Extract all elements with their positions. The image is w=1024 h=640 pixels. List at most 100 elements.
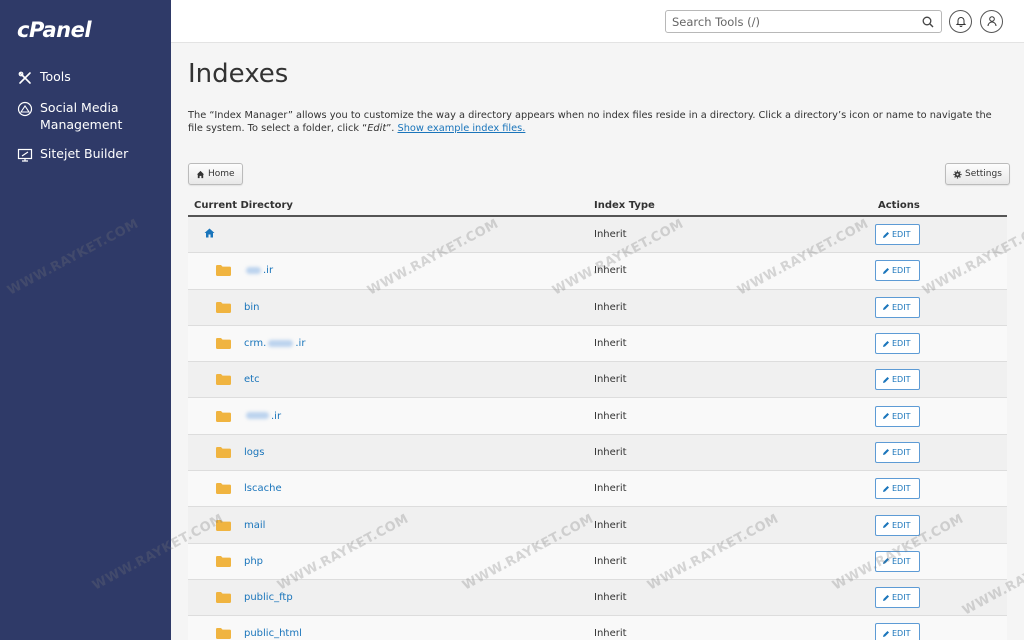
directory-link[interactable]: public_html [244,628,302,639]
index-type-cell: Inherit [594,555,627,567]
table-row: public_ftp Inherit EDIT [188,579,1007,617]
gear-icon [953,169,962,179]
directory-link[interactable]: etc [244,374,260,385]
table-body: Inherit EDIT .ir Inherit EDIT bin Inherit EDIT c… [188,217,1007,640]
description-edit-word: Edit [367,123,387,134]
edit-button-label: EDIT [892,484,911,494]
folder-icon[interactable] [216,519,231,531]
edit-button-label: EDIT [892,447,911,457]
home-icon [196,170,205,178]
directory-link[interactable]: .ir [244,265,273,276]
home-button-label: Home [208,169,235,179]
directory-link[interactable]: lscache [244,483,282,494]
description-end: ”. [386,123,398,134]
column-header-index-type[interactable]: Index Type [594,200,834,211]
column-header-directory[interactable]: Current Directory [188,200,594,211]
edit-button-label: EDIT [892,266,911,276]
directory-link[interactable]: logs [244,447,264,458]
folder-icon[interactable] [216,338,231,350]
index-type-cell: Inherit [594,446,627,458]
search-input[interactable]: Search Tools (/) [665,10,942,33]
folder-icon[interactable] [216,592,231,604]
folder-icon[interactable] [216,483,231,495]
edit-button[interactable]: EDIT [875,587,920,609]
actions-cell: EDIT [834,224,1007,246]
table-row: lscache Inherit EDIT [188,471,1007,508]
sidebar-item-tools[interactable]: Tools [0,64,171,91]
directory-link[interactable]: crm. .ir [244,338,305,349]
pencil-icon [882,303,892,311]
sidebar-item-social-media[interactable]: Social Media Management [0,95,171,137]
edit-button-label: EDIT [892,411,911,421]
index-type-cell: Inherit [594,301,627,313]
edit-button[interactable]: EDIT [875,441,920,463]
folder-icon[interactable] [216,374,231,386]
index-type-cell: Inherit [594,229,627,241]
directory-link[interactable]: bin [244,302,259,313]
table-row: public_html Inherit EDIT [188,616,1007,640]
actions-cell: EDIT [834,550,1007,572]
actions-cell: EDIT [834,369,1007,391]
table-row: mail Inherit EDIT [188,507,1007,544]
edit-button[interactable]: EDIT [875,296,920,318]
pencil-icon [882,448,892,456]
search-placeholder: Search Tools (/) [672,14,760,29]
actions-cell: EDIT [834,587,1007,609]
edit-button[interactable]: EDIT [875,514,920,536]
search-icon[interactable] [921,15,935,29]
tools-icon [16,69,34,87]
edit-button[interactable]: EDIT [875,333,920,355]
folder-icon[interactable] [216,446,231,458]
index-type-cell: Inherit [594,519,627,531]
directory-cell: public_html [188,628,594,640]
index-type-cell: Inherit [594,338,627,350]
directory-cell: .ir [188,410,594,422]
index-type-cell: Inherit [594,592,627,604]
actions-cell: EDIT [834,260,1007,282]
table-row: .ir Inherit EDIT [188,398,1007,435]
index-type-cell: Inherit [594,265,627,277]
home-button[interactable]: Home [188,163,243,185]
pencil-icon [882,267,892,275]
directory-table: Current Directory Index Type Actions Inh… [188,195,1007,640]
edit-button[interactable]: EDIT [875,260,920,282]
directory-name-suffix: .ir [295,338,306,350]
directory-link[interactable]: public_ftp [244,592,293,603]
edit-button[interactable]: EDIT [875,405,920,427]
redacted-domain [246,266,261,274]
main-content: Indexes The “Index Manager” allows you t… [171,43,1024,640]
home-icon[interactable] [204,228,215,241]
sidebar-item-label: Tools [40,69,71,84]
directory-link[interactable]: .ir [244,411,281,422]
user-menu-button[interactable] [980,10,1003,33]
folder-icon[interactable] [216,410,231,422]
edit-button[interactable]: EDIT [875,550,920,572]
actions-cell: EDIT [834,514,1007,536]
directory-link[interactable]: php [244,556,263,567]
cpanel-logo[interactable]: cPanel [17,18,92,42]
edit-button[interactable]: EDIT [875,478,920,500]
pencil-icon [882,557,892,565]
top-header: Search Tools (/) [171,0,1024,43]
table-row: bin Inherit EDIT [188,289,1007,326]
edit-button[interactable]: EDIT [875,369,920,391]
pencil-icon [882,231,892,239]
pencil-icon [882,594,892,602]
directory-link[interactable]: mail [244,520,265,531]
notifications-button[interactable] [949,10,972,33]
folder-icon[interactable] [216,265,231,277]
actions-cell: EDIT [834,441,1007,463]
example-index-files-link[interactable]: Show example index files. [398,123,526,134]
sidebar-item-label: Sitejet Builder [40,146,129,161]
edit-button[interactable]: EDIT [875,224,920,246]
directory-name-suffix: .ir [263,265,274,277]
settings-button[interactable]: Settings [945,163,1010,185]
folder-icon[interactable] [216,301,231,313]
directory-cell: .ir [188,265,594,277]
folder-icon[interactable] [216,628,231,640]
edit-button[interactable]: EDIT [875,623,920,640]
sidebar-item-sitejet[interactable]: Sitejet Builder [0,141,171,168]
settings-button-label: Settings [965,169,1002,179]
sidebar: cPanel Tools Social Media Management Sit… [0,0,171,640]
folder-icon[interactable] [216,555,231,567]
